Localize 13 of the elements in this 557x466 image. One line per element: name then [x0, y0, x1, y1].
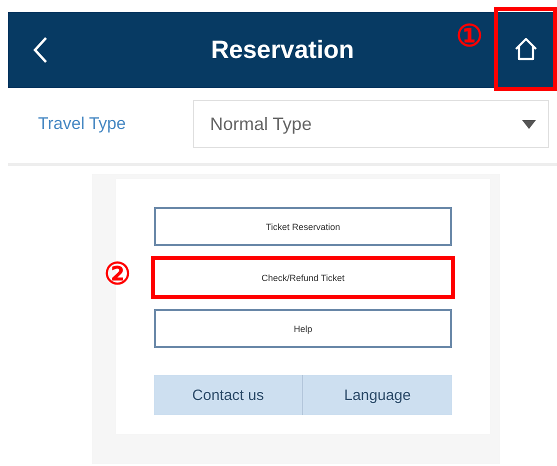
dropdown-caret-icon	[522, 120, 536, 128]
menu-button[interactable]: Check/Refund Ticket	[151, 256, 455, 299]
footer-button[interactable]: Language	[303, 375, 452, 415]
menu-button[interactable]: Ticket Reservation	[154, 207, 452, 246]
home-button[interactable]	[494, 7, 557, 91]
annotation-number: ①	[456, 22, 483, 52]
menu-button[interactable]: Help	[154, 309, 452, 348]
back-icon[interactable]	[32, 36, 48, 64]
footer-button[interactable]: Contact us	[154, 375, 303, 415]
screen-title: Reservation	[210, 36, 354, 64]
annotation-number: ②	[104, 260, 131, 290]
travel-type-label: Travel Type	[37, 114, 127, 134]
travel-type-dropdown[interactable]: Normal Type	[193, 100, 549, 148]
